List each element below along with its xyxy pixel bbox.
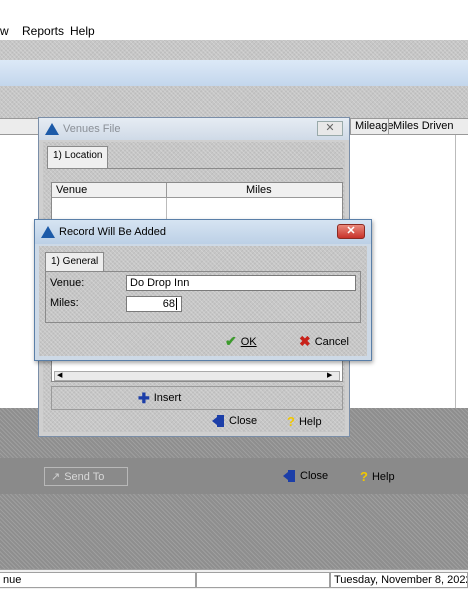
- venues-list-header: Venue Miles: [52, 183, 342, 198]
- ok-label: OK: [240, 335, 257, 348]
- venue-field[interactable]: Do Drop Inn: [126, 275, 356, 291]
- exit-door-icon: [283, 470, 295, 482]
- main-toolbar: ↗ Send To Close ? Help: [0, 458, 468, 494]
- checkmark-icon: ✔: [225, 333, 237, 349]
- menu-item-view[interactable]: w: [0, 24, 9, 38]
- venues-help-label: Help: [298, 415, 322, 428]
- exit-door-icon: [212, 415, 224, 427]
- app-triangle-icon: [45, 123, 59, 135]
- column-header-miles[interactable]: Miles: [246, 184, 272, 196]
- venues-titlebar: Venues File ✕: [39, 118, 349, 140]
- scroll-right-icon[interactable]: ▶: [327, 372, 337, 380]
- main-close-button[interactable]: Close: [282, 469, 328, 483]
- toolbar-strip: [0, 40, 468, 60]
- dialog-body: 1) General Venue: Do Drop Inn Miles: 68 …: [39, 246, 367, 356]
- status-bar: nue Tuesday, November 8, 2022: [0, 569, 468, 589]
- tab-line: [47, 168, 343, 169]
- venues-title: Venues File: [63, 123, 121, 135]
- ok-button[interactable]: ✔ OK: [225, 333, 257, 350]
- status-left: nue: [0, 572, 196, 588]
- menu-item-help[interactable]: Help: [70, 24, 95, 38]
- grid-divider: [455, 135, 456, 409]
- column-header-mileage[interactable]: Mileage: [350, 119, 394, 134]
- tab-general[interactable]: 1) General: [45, 252, 105, 272]
- cancel-label: Cancel: [314, 335, 349, 348]
- venues-close-button[interactable]: Close: [211, 414, 257, 428]
- venues-close-label: Close: [229, 415, 258, 427]
- lower-background: [0, 494, 468, 569]
- tab-location[interactable]: 1) Location: [47, 146, 109, 168]
- column-header-miles-driven[interactable]: Miles Driven: [388, 119, 456, 134]
- miles-field[interactable]: 68: [126, 296, 182, 312]
- header-band: [0, 86, 468, 118]
- miles-label: Miles:: [50, 297, 79, 309]
- send-to-button[interactable]: ↗ Send To: [44, 467, 128, 486]
- general-panel: Venue: Do Drop Inn Miles: 68: [45, 271, 361, 323]
- column-divider: [166, 183, 167, 198]
- miles-value: 68: [162, 298, 175, 310]
- status-middle: [196, 572, 330, 588]
- dialog-titlebar: Record Will Be Added ✕: [35, 220, 371, 244]
- venues-close-icon[interactable]: ✕: [317, 121, 343, 136]
- status-date: Tuesday, November 8, 2022: [330, 572, 468, 588]
- insert-label: Insert: [153, 392, 182, 404]
- main-close-label: Close: [300, 470, 329, 482]
- app-triangle-icon: [41, 226, 55, 238]
- question-icon: ?: [360, 469, 368, 484]
- venues-help-button[interactable]: ? Help: [287, 414, 322, 429]
- horizontal-scrollbar[interactable]: ◀ ▶: [54, 371, 340, 381]
- cancel-button[interactable]: ✖ Cancel: [299, 333, 349, 350]
- dialog-close-icon[interactable]: ✕: [337, 224, 365, 239]
- question-icon: ?: [287, 414, 295, 429]
- venue-label: Venue:: [50, 277, 85, 289]
- main-help-button[interactable]: ? Help: [360, 469, 395, 484]
- caption-band: [0, 60, 468, 86]
- text-cursor: [176, 298, 177, 310]
- insert-button[interactable]: ✚ Insert: [138, 390, 182, 406]
- send-arrow-icon: ↗: [51, 471, 61, 483]
- send-to-label: Send To: [64, 470, 105, 483]
- menu-item-reports[interactable]: Reports: [22, 24, 64, 38]
- main-help-label: Help: [371, 470, 395, 483]
- scroll-left-icon[interactable]: ◀: [57, 372, 67, 380]
- dialog-title: Record Will Be Added: [59, 226, 166, 238]
- record-dialog: Record Will Be Added ✕ 1) General Venue:…: [34, 219, 372, 361]
- column-header-venue[interactable]: Venue: [56, 184, 87, 196]
- x-mark-icon: ✖: [299, 333, 311, 349]
- plus-icon: ✚: [138, 390, 150, 406]
- venues-toolbar: ✚ Insert: [51, 386, 343, 410]
- menu-bar: w Reports Help: [0, 20, 468, 40]
